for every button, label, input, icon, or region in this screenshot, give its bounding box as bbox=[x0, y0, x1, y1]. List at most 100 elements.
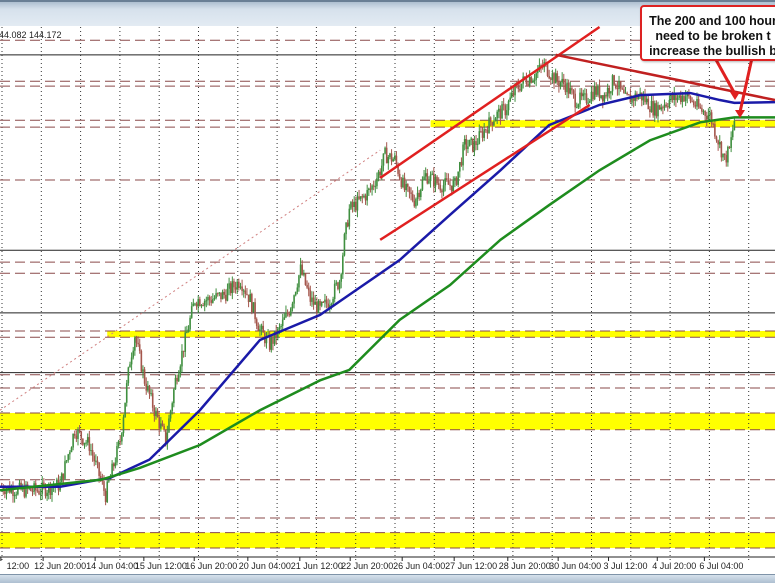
candle-body bbox=[450, 185, 453, 192]
candle-body bbox=[176, 377, 178, 382]
candle-body bbox=[135, 337, 138, 343]
x-tick-label: 4 Jul 20:00 bbox=[652, 561, 696, 571]
candle-body bbox=[618, 81, 620, 90]
candle-body bbox=[134, 337, 136, 351]
candle-body bbox=[387, 157, 390, 164]
candle-body bbox=[108, 480, 110, 482]
candle-body bbox=[195, 303, 198, 307]
annotation-line-3: increase the bullish b bbox=[649, 44, 775, 58]
candle-body bbox=[722, 153, 724, 158]
candle-body bbox=[340, 274, 342, 282]
candle-body bbox=[153, 407, 156, 416]
candle-body bbox=[346, 222, 349, 227]
candle-body bbox=[70, 447, 73, 453]
candle-body bbox=[668, 99, 671, 108]
candle-body bbox=[614, 84, 617, 89]
candle-body bbox=[601, 95, 604, 102]
candle-body bbox=[294, 291, 297, 296]
candle-body bbox=[473, 141, 476, 152]
candle-body bbox=[122, 417, 125, 434]
candle-body bbox=[621, 88, 624, 90]
candle-body bbox=[350, 202, 352, 209]
candle-body bbox=[298, 275, 300, 288]
candle-body bbox=[530, 77, 533, 83]
candle-body bbox=[715, 136, 718, 141]
candle-body bbox=[384, 147, 386, 154]
candle-body bbox=[704, 111, 706, 116]
candle-body bbox=[681, 95, 684, 102]
candle-body bbox=[114, 462, 117, 467]
x-tick-label: 22 Jun 20:00 bbox=[341, 561, 393, 571]
candle-body bbox=[663, 104, 666, 108]
candle-body bbox=[155, 410, 157, 416]
candle-body bbox=[285, 312, 287, 318]
candle-body bbox=[692, 101, 695, 106]
x-tick-label: 3 Jul 12:00 bbox=[604, 561, 648, 571]
candle-body bbox=[31, 490, 34, 492]
candle-body bbox=[705, 115, 708, 120]
support-zone bbox=[0, 532, 775, 548]
candle-body bbox=[385, 147, 388, 164]
candle-body bbox=[184, 332, 187, 352]
candle-body bbox=[463, 138, 466, 145]
candle-body bbox=[382, 153, 385, 166]
candle-body bbox=[119, 441, 122, 443]
candle-body bbox=[200, 305, 203, 307]
x-tick-label: 20 Jun 04:00 bbox=[239, 561, 291, 571]
candle-body bbox=[317, 300, 320, 313]
annotation-line-2: need to be broken t bbox=[655, 29, 771, 43]
candle-body bbox=[372, 185, 375, 187]
candle-body bbox=[286, 312, 289, 314]
candle-body bbox=[731, 130, 734, 138]
candle-body bbox=[597, 85, 599, 95]
candle-body bbox=[627, 94, 630, 96]
candle-body bbox=[426, 173, 429, 184]
candle-body bbox=[665, 104, 667, 107]
candle-body bbox=[504, 105, 507, 116]
candle-body bbox=[324, 299, 326, 303]
candle-body bbox=[333, 283, 336, 299]
x-tick-label: 14 Jun 04:00 bbox=[86, 561, 138, 571]
candle-body bbox=[366, 190, 368, 201]
candle-body bbox=[151, 393, 154, 408]
candle-body bbox=[470, 138, 472, 140]
candle-body bbox=[535, 73, 537, 80]
candle-body bbox=[177, 374, 180, 382]
candle-body bbox=[587, 102, 589, 104]
candle-body bbox=[36, 490, 39, 492]
candle-body bbox=[369, 188, 372, 190]
candle-body bbox=[510, 92, 513, 98]
candle-body bbox=[579, 92, 581, 105]
candle-body bbox=[467, 146, 469, 150]
candle-body bbox=[733, 120, 736, 131]
candle-body bbox=[532, 80, 534, 83]
candle-body bbox=[460, 162, 463, 166]
candle-body bbox=[233, 281, 235, 288]
candle-body bbox=[402, 177, 404, 188]
candle-body bbox=[73, 433, 76, 436]
candle-body bbox=[319, 300, 321, 306]
candle-body bbox=[603, 94, 606, 102]
candle-body bbox=[420, 189, 422, 197]
candle-body bbox=[212, 299, 214, 303]
candle-body bbox=[374, 186, 377, 188]
candle-body bbox=[225, 294, 227, 301]
x-tick-label: 16 Jun 20:00 bbox=[185, 561, 237, 571]
candle-body bbox=[259, 329, 261, 332]
candle-body bbox=[337, 282, 339, 290]
candle-body bbox=[216, 293, 219, 295]
candle-body bbox=[553, 73, 555, 84]
candle-body bbox=[220, 292, 222, 300]
candle-body bbox=[493, 121, 495, 126]
candle-body bbox=[96, 460, 99, 463]
candle-body bbox=[215, 293, 217, 299]
candle-body bbox=[481, 131, 484, 138]
candle-body bbox=[38, 490, 40, 495]
candle-body bbox=[257, 325, 260, 332]
candle-body bbox=[280, 325, 282, 328]
candle-body bbox=[610, 91, 612, 94]
candle-body bbox=[368, 188, 370, 191]
candle-body bbox=[316, 301, 318, 313]
candle-body bbox=[411, 193, 414, 201]
candle-body bbox=[559, 82, 562, 87]
